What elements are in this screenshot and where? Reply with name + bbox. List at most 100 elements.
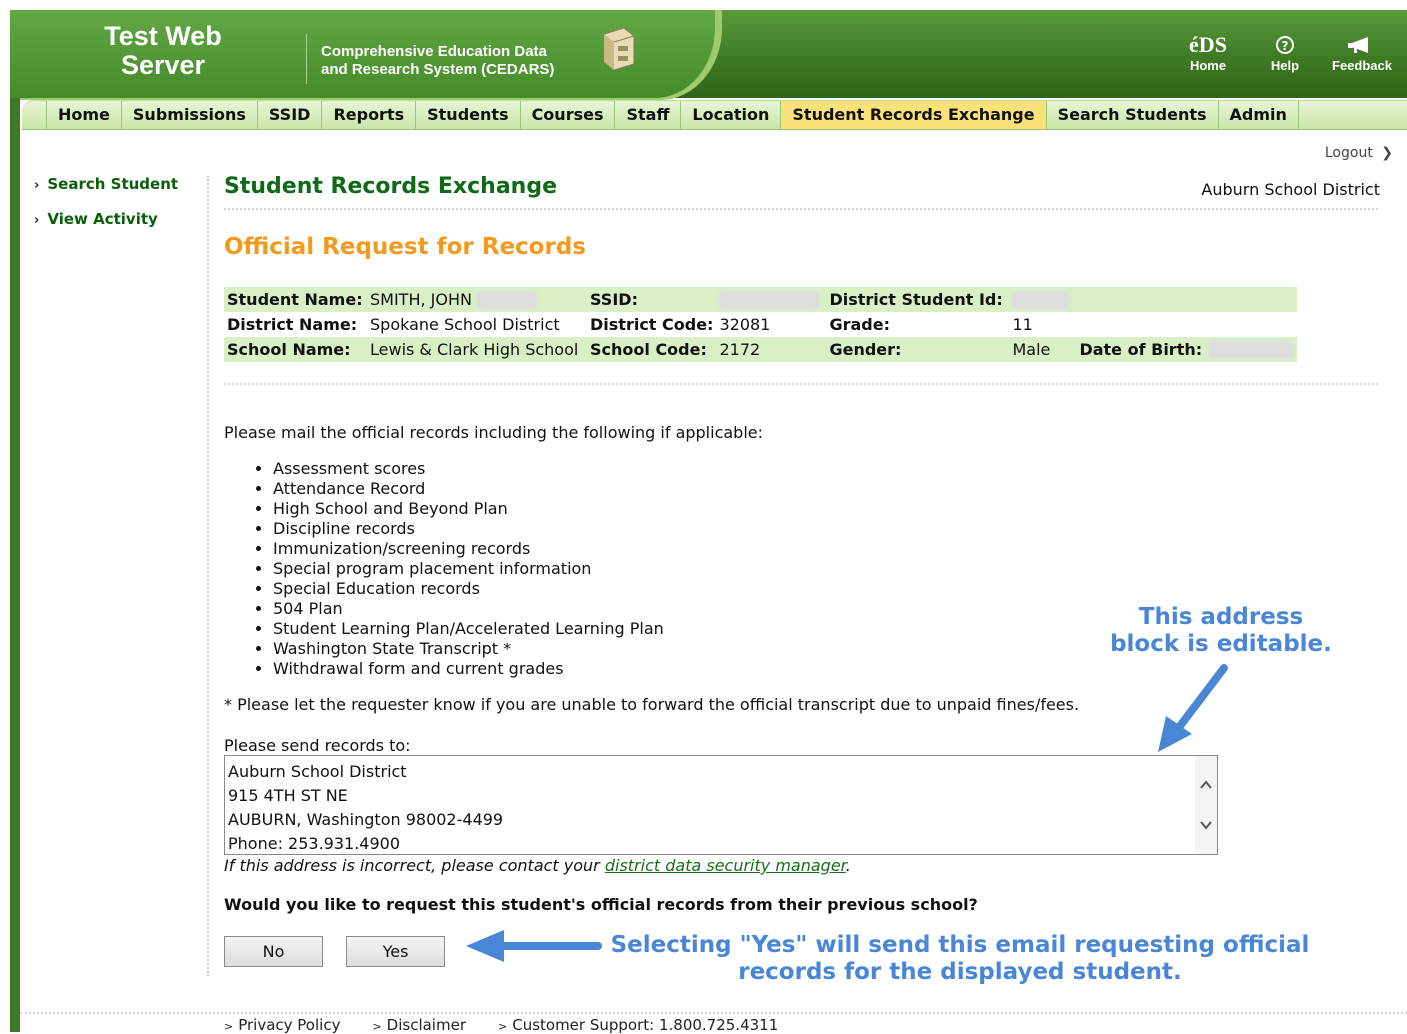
page-title: Student Records Exchange <box>224 174 557 199</box>
list-item: Withdrawal form and current grades <box>273 659 664 679</box>
school-code-value: 2172 <box>716 337 827 362</box>
footer-disclaimer-link[interactable]: > Disclaimer <box>372 1016 466 1034</box>
tab-staff[interactable]: Staff <box>615 101 682 129</box>
cedars-title-line1: Comprehensive Education Data <box>321 43 547 60</box>
section-title: Official Request for Records <box>224 234 586 260</box>
info-divider <box>224 383 1378 385</box>
school-name-label: School Name: <box>224 337 367 362</box>
address-scrollbar[interactable] <box>1195 756 1217 854</box>
megaphone-icon <box>1348 37 1368 53</box>
sidebar: › Search Student › View Activity <box>34 174 206 244</box>
district-name-value: Spokane School District <box>370 315 560 334</box>
tab-student-records-exchange[interactable]: Student Records Exchange <box>781 101 1047 129</box>
address-line: Phone: 253.931.4900 <box>228 834 401 853</box>
logout-label: Logout <box>1324 145 1373 161</box>
help-icon: ? <box>1276 36 1294 54</box>
list-item: Student Learning Plan/Accelerated Learni… <box>273 619 664 639</box>
list-item: High School and Beyond Plan <box>273 499 664 519</box>
tab-courses[interactable]: Courses <box>521 101 616 129</box>
tab-ssid[interactable]: SSID <box>258 101 323 129</box>
student-info-table: Student Name: SMITH, JOHN SSID: District… <box>224 287 1298 362</box>
grade-value: 11 <box>1012 315 1033 334</box>
redacted-block <box>477 291 538 310</box>
footer-support-label: Customer Support: 1.800.725.4311 <box>512 1016 779 1034</box>
sidebar-item-search-student[interactable]: › Search Student <box>34 174 206 209</box>
address-line: AUBURN, Washington 98002-4499 <box>228 810 504 829</box>
no-button[interactable]: No <box>224 936 323 967</box>
address-lines: Auburn School District 915 4TH ST NE AUB… <box>228 760 504 854</box>
address-annotation: This address block is editable. <box>1106 604 1336 658</box>
main-nav: Home Submissions SSID Reports Students C… <box>22 100 1407 130</box>
redacted-block <box>1012 291 1071 310</box>
student-name-cell: SMITH, JOHN <box>367 287 587 312</box>
list-item: Discipline records <box>273 519 664 539</box>
list-item: 504 Plan <box>273 599 664 619</box>
arrow-right-icon: > <box>372 1020 382 1033</box>
left-frame-strip <box>10 98 20 1032</box>
yes-button[interactable]: Yes <box>346 936 445 967</box>
tab-location[interactable]: Location <box>681 101 782 129</box>
grade-label: Grade: <box>829 315 890 334</box>
address-line: 915 4TH ST NE <box>228 786 348 805</box>
tab-submissions[interactable]: Submissions <box>122 101 258 129</box>
redacted-block <box>719 291 820 310</box>
tab-search-students[interactable]: Search Students <box>1047 101 1219 129</box>
footer-support: > Customer Support: 1.800.725.4311 <box>498 1016 778 1034</box>
gender-value: Male <box>1009 337 1077 362</box>
annotation-arrows <box>466 664 1228 962</box>
arrow-right-icon: › <box>34 213 40 228</box>
student-name-label: Student Name: <box>224 287 367 312</box>
footer: > Privacy Policy > Disclaimer > Customer Su… <box>224 1016 778 1034</box>
district-student-id-cell <box>1009 287 1077 312</box>
arrow-diagonal-icon <box>1158 664 1228 752</box>
tab-home[interactable]: Home <box>46 101 122 129</box>
header-help-label: Help <box>1270 58 1300 73</box>
arrow-left-icon <box>466 930 602 962</box>
nav-tab-list: Home Submissions SSID Reports Students C… <box>46 101 1299 129</box>
send-records-label: Please send records to: <box>224 736 411 755</box>
sidebar-divider <box>207 176 209 976</box>
footer-privacy-link[interactable]: > Privacy Policy <box>224 1016 340 1034</box>
header-feedback-link[interactable]: Feedback <box>1326 32 1398 73</box>
footer-divider <box>20 1012 1407 1014</box>
address-incorrect-note: If this address is incorrect, please con… <box>224 856 851 875</box>
cedars-title-line2: and Research System (CEDARS) <box>321 61 555 78</box>
list-item: Assessment scores <box>273 459 664 479</box>
district-student-id-label: District Student Id: <box>826 287 1010 312</box>
table-row: District Name: Spokane School District D… <box>224 312 1297 337</box>
header-help-link[interactable]: ? Help <box>1260 32 1310 73</box>
tab-reports[interactable]: Reports <box>322 101 417 129</box>
address-textarea[interactable]: Auburn School District 915 4TH ST NE AUB… <box>224 755 1218 855</box>
app-header: Test Web Server Comprehensive Education … <box>10 10 1407 100</box>
district-security-manager-link[interactable]: district data security manager <box>605 856 846 875</box>
tab-admin[interactable]: Admin <box>1219 101 1299 129</box>
svg-text:?: ? <box>1282 39 1289 53</box>
annotation-line: block is editable. <box>1110 631 1332 657</box>
dob-label: Date of Birth: <box>1076 337 1206 362</box>
chevron-up-icon[interactable] <box>1199 778 1213 792</box>
list-item: Washington State Transcript * <box>273 639 664 659</box>
mail-intro-text: Please mail the official records includi… <box>224 423 764 442</box>
eds-logo-icon: éDS <box>1189 32 1227 57</box>
school-name-value: Lewis & Clark High School <box>367 337 587 362</box>
ssid-cell <box>716 287 827 312</box>
fee-note: * Please let the requester know if you a… <box>224 695 1080 714</box>
empty-cell <box>1076 287 1206 312</box>
header-home-label: Home <box>1189 58 1227 73</box>
ssid-label: SSID: <box>587 287 717 312</box>
logout-link[interactable]: Logout ❯ <box>1325 145 1393 161</box>
sidebar-item-label: Search Student <box>47 175 179 193</box>
table-row: Student Name: SMITH, JOHN SSID: District… <box>224 287 1298 312</box>
annotation-line: This address <box>1138 604 1304 630</box>
sidebar-item-view-activity[interactable]: › View Activity <box>34 209 206 244</box>
arrow-right-icon: > <box>498 1020 508 1033</box>
incorrect-prefix: If this address is incorrect, please con… <box>224 856 605 875</box>
district-code-value: 32081 <box>719 315 771 334</box>
tab-students[interactable]: Students <box>416 101 521 129</box>
file-cabinet-icon <box>603 27 635 70</box>
school-code-label: School Code: <box>587 337 717 362</box>
chevron-down-icon[interactable] <box>1199 818 1213 832</box>
gender-label: Gender: <box>826 337 1010 362</box>
request-question: Would you like to request this student's… <box>224 895 978 914</box>
header-home-link[interactable]: éDS Home <box>1180 32 1236 73</box>
